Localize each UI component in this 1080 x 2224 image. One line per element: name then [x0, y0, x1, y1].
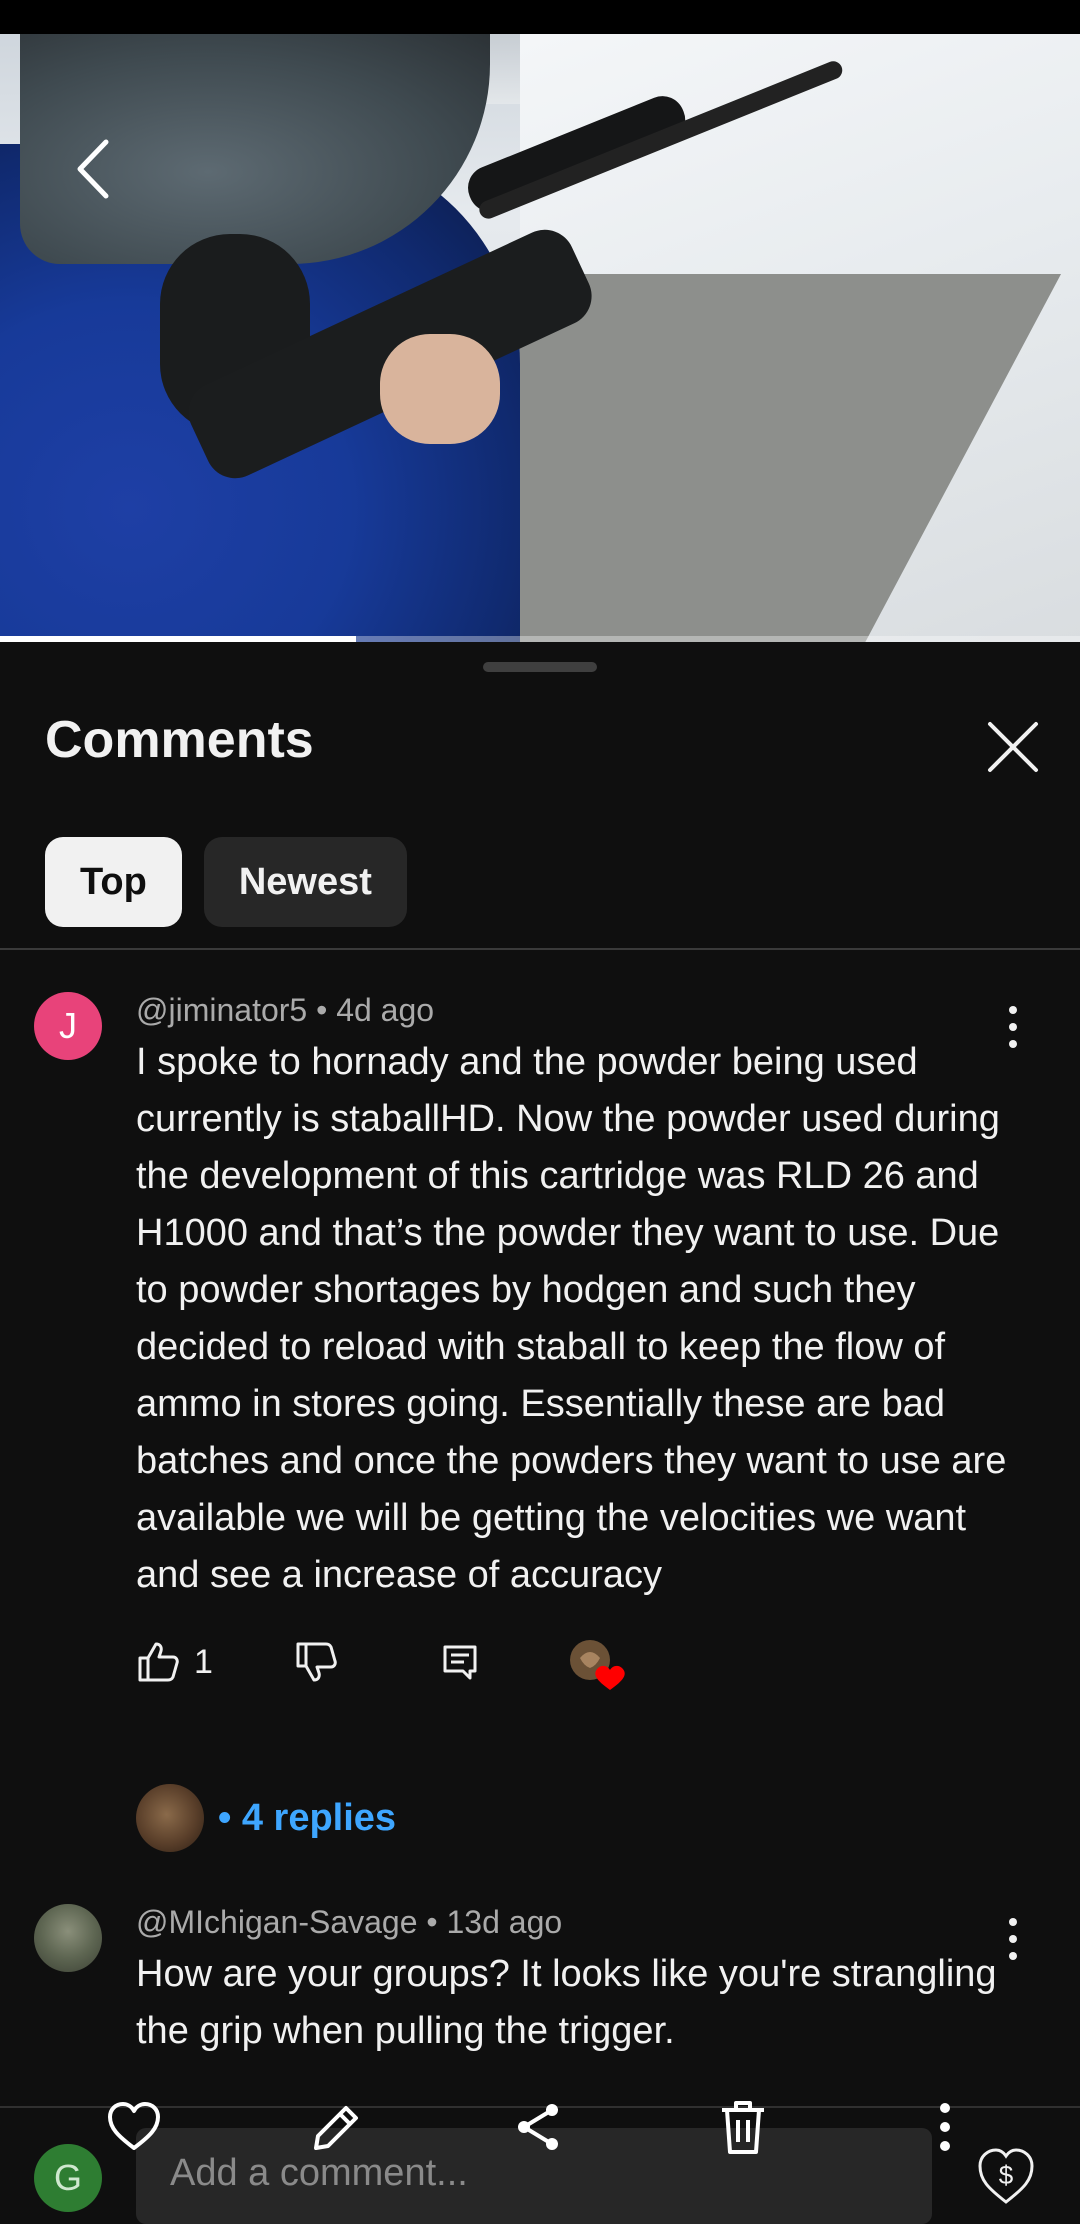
reply-author-avatar	[136, 1784, 204, 1852]
comment-author[interactable]: @jiminator5	[136, 992, 307, 1028]
thumbs-down-icon	[296, 1642, 337, 1682]
chip-top[interactable]: Top	[45, 837, 182, 927]
more-options-icon[interactable]	[930, 2100, 960, 2154]
comments-sheet: Comments Top Newest J @jiminator5 • 4d a…	[0, 642, 1080, 2208]
drag-handle[interactable]	[483, 662, 597, 672]
meta-separator: •	[426, 1904, 447, 1940]
comment-age: 4d ago	[336, 992, 435, 1028]
user-initial: G	[53, 2157, 82, 2198]
comments-title: Comments	[45, 711, 314, 769]
status-bar	[0, 0, 1080, 34]
meta-separator: •	[316, 992, 337, 1028]
chip-newest[interactable]: Newest	[203, 837, 407, 927]
heart-icon[interactable]	[106, 2100, 162, 2152]
back-icon[interactable]	[70, 134, 120, 204]
avatar[interactable]	[34, 1904, 102, 1972]
comment-meta: @jiminator5 • 4d ago	[136, 992, 434, 1029]
like-count: 1	[194, 1642, 213, 1681]
comment-author[interactable]: @MIchigan-Savage	[136, 1904, 418, 1940]
avatar-initial: J	[59, 1005, 77, 1046]
super-thanks-icon[interactable]: $	[974, 2144, 1038, 2208]
dislike-button[interactable]	[294, 1632, 338, 1692]
comment-age: 13d ago	[446, 1904, 563, 1940]
avatar[interactable]: J	[34, 992, 102, 1060]
svg-text:$: $	[999, 2160, 1014, 2190]
divider	[0, 948, 1080, 950]
comment-meta: @MIchigan-Savage • 13d ago	[136, 1904, 562, 1941]
comment-text: How are your groups? It looks like you'r…	[136, 1953, 997, 2052]
replies-count-label: • 4 replies	[218, 1796, 397, 1839]
pencil-icon[interactable]	[308, 2100, 364, 2156]
thumbs-up-icon	[138, 1642, 179, 1682]
share-icon[interactable]	[512, 2100, 566, 2154]
close-icon[interactable]	[978, 712, 1048, 782]
trash-icon[interactable]	[718, 2098, 768, 2156]
sort-chips: Top Newest	[45, 837, 407, 927]
video-hand	[380, 334, 500, 444]
view-replies-button[interactable]: • 4 replies	[136, 1782, 396, 1854]
comment-text: I spoke to hornady and the powder being …	[136, 1041, 1007, 1596]
reply-button[interactable]	[440, 1632, 480, 1692]
reply-icon	[443, 1645, 477, 1680]
video-player[interactable]	[0, 34, 1080, 642]
current-user-avatar: G	[34, 2144, 102, 2212]
creator-heart-icon	[570, 1640, 625, 1690]
like-button[interactable]: 1	[136, 1632, 213, 1692]
